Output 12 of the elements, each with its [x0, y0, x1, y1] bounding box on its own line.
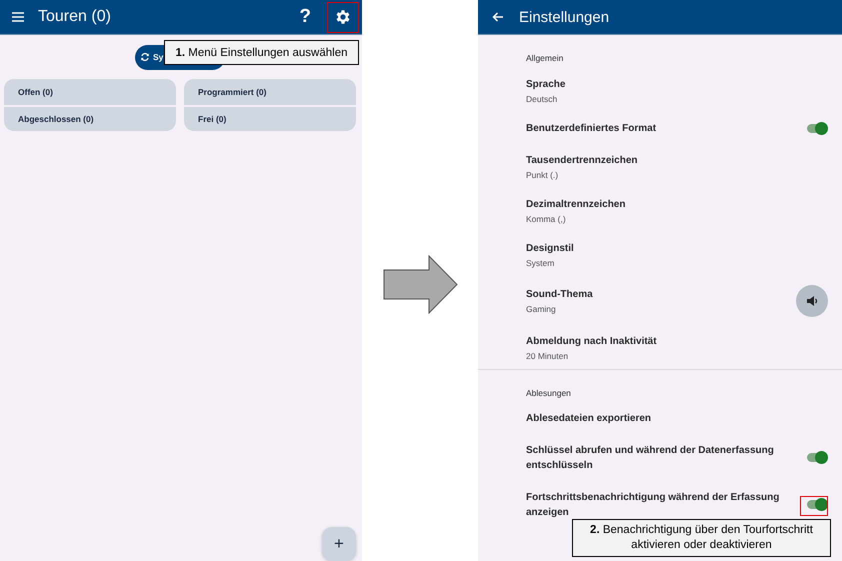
screen-title: Einstellungen [519, 8, 610, 26]
setting-value: Punkt (.) [526, 170, 560, 180]
setting-value: Deutsch [526, 94, 558, 104]
setting-value: Gaming [526, 304, 557, 314]
section-header: Ablesungen [525, 386, 572, 400]
instruction-tooltip: 1. Menü Einstellungen auswählen [164, 40, 359, 65]
setting-value: System [526, 258, 556, 268]
setting-value: Komma (,) [526, 214, 567, 224]
setting-value: 20 Minuten [526, 350, 570, 360]
section-header: Allgemein [525, 52, 564, 65]
screen-title: Touren (0) [38, 8, 112, 26]
instruction-tooltip: 2. Benachrichtigung über den Tourfortschritt aktivieren oder deaktivieren [572, 519, 831, 557]
